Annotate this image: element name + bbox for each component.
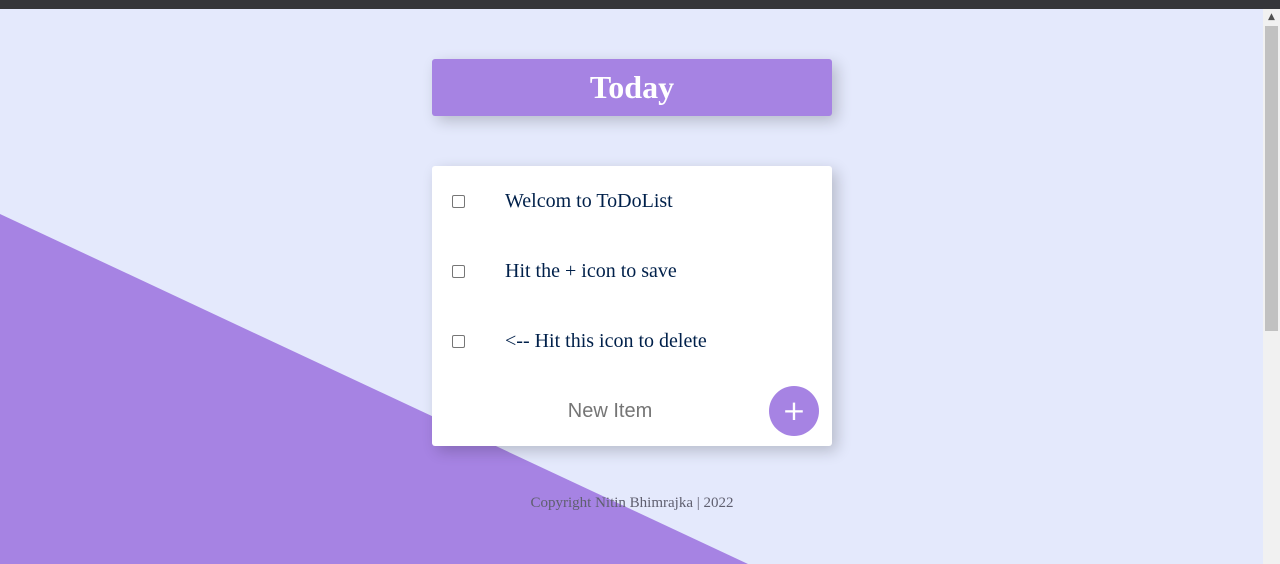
heading-box: Today bbox=[432, 59, 832, 116]
item-label: <-- Hit this icon to delete bbox=[505, 329, 707, 352]
footer-copyright: Copyright Nitin Bhimrajka | 2022 bbox=[530, 495, 734, 511]
vertical-scrollbar[interactable]: ▲ bbox=[1263, 9, 1280, 564]
scroll-up-arrow-icon[interactable]: ▲ bbox=[1263, 9, 1280, 26]
new-item-form: + bbox=[432, 376, 832, 446]
scrollbar-thumb[interactable] bbox=[1265, 26, 1278, 331]
list-item: Hit the + icon to save bbox=[432, 236, 832, 306]
item-label: Hit the + icon to save bbox=[505, 259, 677, 282]
list-item: <-- Hit this icon to delete bbox=[432, 306, 832, 376]
add-item-button[interactable]: + bbox=[769, 386, 819, 436]
item-label: Welcom to ToDoList bbox=[505, 189, 673, 212]
todo-list-card: Welcom to ToDoList Hit the + icon to sav… bbox=[432, 166, 832, 446]
new-item-input[interactable] bbox=[432, 376, 788, 446]
browser-top-bar bbox=[0, 0, 1280, 9]
item-checkbox[interactable] bbox=[452, 194, 465, 208]
plus-icon: + bbox=[782, 394, 806, 427]
list-item: Welcom to ToDoList bbox=[432, 166, 832, 236]
item-checkbox[interactable] bbox=[452, 334, 465, 348]
item-checkbox[interactable] bbox=[452, 264, 465, 278]
page-title: Today bbox=[589, 69, 675, 105]
